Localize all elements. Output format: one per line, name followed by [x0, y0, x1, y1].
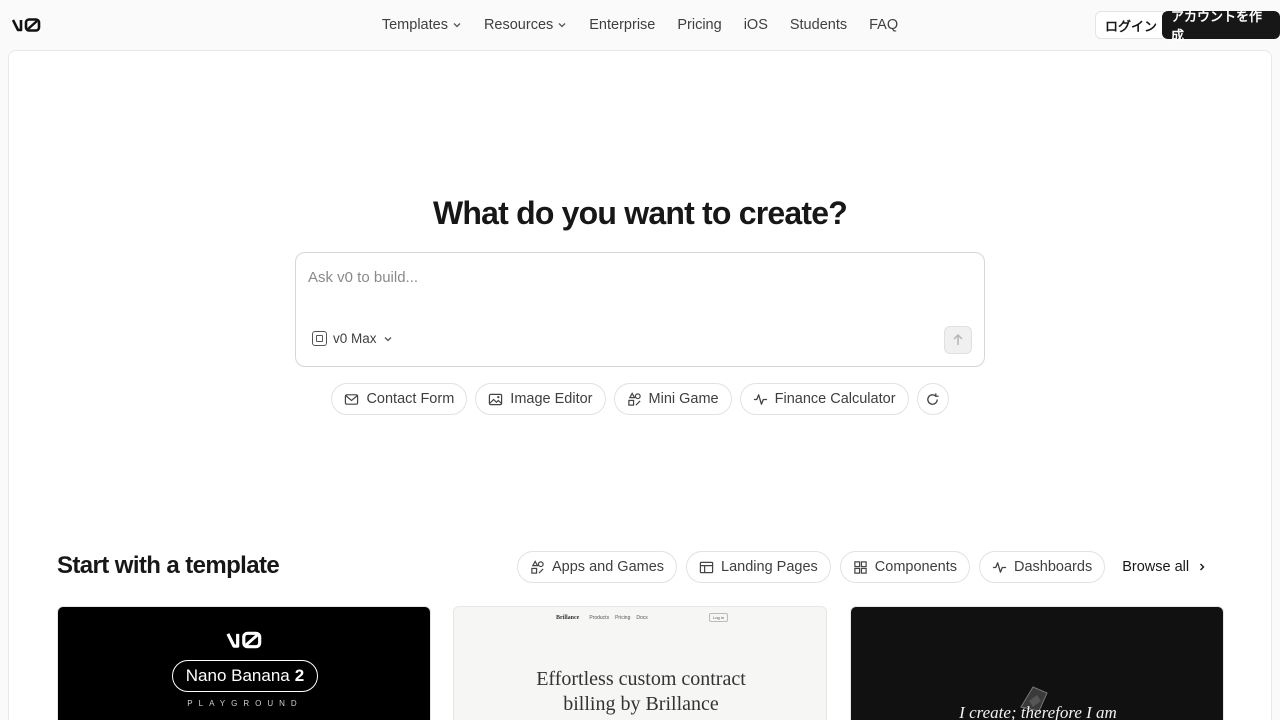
- refresh-icon: [927, 392, 939, 405]
- i-create-headline: I create; therefore I am: [959, 703, 1117, 720]
- grid-icon: [854, 560, 867, 574]
- template-filters: Apps and Games Landing Pages Components …: [517, 551, 1215, 583]
- nav-students[interactable]: Students: [780, 11, 857, 39]
- nav-faq-label: FAQ: [869, 17, 899, 33]
- suggestion-chips: Contact Form Image Editor Mini Game Fina…: [0, 383, 1280, 415]
- mail-icon: [345, 393, 359, 405]
- prompt-input[interactable]: [308, 265, 968, 289]
- nav-resources-label: Resources: [483, 17, 554, 33]
- model-icon: [312, 331, 327, 346]
- nav-ios[interactable]: iOS: [734, 11, 778, 39]
- nav-templates[interactable]: Templates: [372, 11, 472, 39]
- nav-resources[interactable]: Resources: [474, 11, 577, 39]
- image-icon: [489, 393, 503, 405]
- suggestion-finance-calculator[interactable]: Finance Calculator: [739, 383, 909, 415]
- nano-banana-number: 2: [294, 666, 305, 685]
- chevron-down-icon: [558, 23, 566, 28]
- suggestion-mini-game[interactable]: Mini Game: [613, 383, 732, 415]
- browse-all-link[interactable]: Browse all: [1114, 559, 1215, 575]
- activity-icon: [753, 393, 767, 405]
- brillance-headline-line2: billing by Brillance: [563, 693, 719, 715]
- suggestion-label: Finance Calculator: [774, 391, 896, 407]
- brillance-nav-item: Pricing: [615, 614, 631, 621]
- browse-all-label: Browse all: [1122, 559, 1190, 575]
- refresh-suggestions-button[interactable]: [916, 383, 949, 415]
- filter-landing-pages[interactable]: Landing Pages: [686, 551, 831, 583]
- arrow-up-icon: [953, 333, 963, 345]
- brillance-login: Log in: [709, 613, 728, 622]
- templates-title: Start with a template: [57, 552, 280, 579]
- filter-apps-and-games[interactable]: Apps and Games: [517, 551, 678, 583]
- brillance-nav-item: Products: [589, 614, 610, 621]
- chevron-right-icon: [1200, 563, 1205, 571]
- send-button[interactable]: [944, 326, 972, 354]
- filter-dashboards[interactable]: Dashboards: [979, 551, 1106, 583]
- template-card-brillance[interactable]: Brillance Products Pricing Docs Log in E…: [453, 606, 827, 720]
- filter-components[interactable]: Components: [839, 551, 971, 583]
- suggestion-label: Image Editor: [510, 391, 593, 407]
- suggestion-contact-form[interactable]: Contact Form: [331, 383, 468, 415]
- main-nav: Templates Resources Enterprise Pricing i…: [0, 0, 1280, 50]
- nav-pricing-label: Pricing: [677, 17, 722, 33]
- shapes-icon: [531, 559, 544, 574]
- nav-enterprise[interactable]: Enterprise: [579, 11, 665, 39]
- model-label: v0 Max: [333, 331, 377, 346]
- model-selector[interactable]: v0 Max: [312, 331, 393, 346]
- filter-label: Landing Pages: [721, 559, 818, 575]
- nav-faq[interactable]: FAQ: [859, 11, 908, 39]
- brillance-brand: Brillance: [556, 614, 580, 621]
- nano-banana-label: Nano Banana: [185, 666, 290, 685]
- activity-icon: [992, 561, 1007, 573]
- login-button[interactable]: ログイン: [1095, 11, 1168, 39]
- v0-logo-icon: [226, 631, 262, 649]
- suggestion-image-editor[interactable]: Image Editor: [475, 383, 606, 415]
- hero-title: What do you want to create?: [433, 195, 848, 231]
- template-card-nano-banana[interactable]: Nano Banana 2 PLAYGROUND: [57, 606, 431, 720]
- nav-ios-label: iOS: [743, 17, 768, 33]
- nav-students-label: Students: [789, 17, 848, 33]
- brillance-nav: Brillance Products Pricing Docs Log in: [556, 613, 728, 622]
- create-account-button[interactable]: アカウントを作成: [1162, 9, 1280, 43]
- filter-label: Apps and Games: [552, 559, 665, 575]
- brillance-nav-item: Docs: [636, 614, 648, 621]
- brillance-headline: Effortless custom contract billing by Br…: [454, 667, 826, 717]
- filter-label: Components: [874, 559, 958, 575]
- chevron-down-icon: [453, 23, 461, 28]
- nav-templates-label: Templates: [381, 17, 448, 33]
- nav-pricing[interactable]: Pricing: [667, 11, 731, 39]
- template-card-i-create[interactable]: I create; therefore I am: [850, 606, 1224, 720]
- playground-label: PLAYGROUND: [187, 699, 303, 708]
- brillance-headline-line1: Effortless custom contract: [536, 668, 746, 690]
- nav-enterprise-label: Enterprise: [589, 17, 656, 33]
- suggestion-label: Mini Game: [648, 391, 719, 407]
- layout-icon: [699, 561, 714, 573]
- prompt-box: v0 Max: [295, 252, 985, 367]
- shapes-icon: [627, 391, 641, 406]
- filter-label: Dashboards: [1014, 559, 1093, 575]
- chevron-down-icon: [384, 336, 391, 341]
- suggestion-label: Contact Form: [366, 391, 455, 407]
- nano-banana-badge: Nano Banana 2: [172, 660, 318, 692]
- v0-logo-icon[interactable]: [12, 16, 42, 34]
- top-header: Templates Resources Enterprise Pricing i…: [0, 0, 1280, 50]
